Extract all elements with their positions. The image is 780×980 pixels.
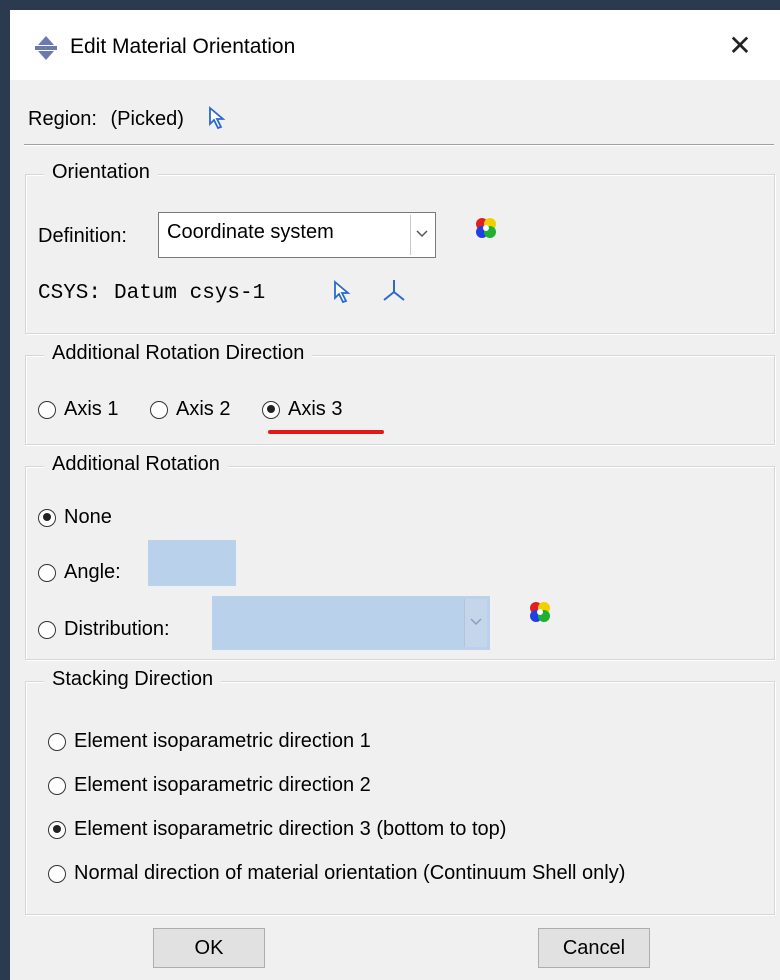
- axis-3-label: Axis 3: [288, 398, 343, 420]
- region-row: Region: (Picked): [28, 106, 227, 131]
- definition-label: Definition:: [38, 225, 127, 247]
- close-icon: ✕: [728, 29, 752, 61]
- region-label: Region:: [28, 108, 97, 130]
- edit-material-orientation-dialog: Edit Material Orientation ✕ Region: (Pic…: [10, 10, 780, 980]
- stacking-option-4-radio[interactable]: Normal direction of material orientation…: [48, 862, 625, 885]
- radio-indicator: [48, 776, 66, 795]
- rotation-angle-radio[interactable]: Angle:: [38, 561, 121, 584]
- stacking-option-1-radio[interactable]: Element isoparametric direction 1: [48, 730, 371, 753]
- dialog-app-icon: [35, 36, 57, 60]
- stacking-option-3-label: Element isoparametric direction 3 (botto…: [74, 818, 507, 840]
- chevron-down-icon[interactable]: [410, 215, 433, 255]
- annotation-underline: [268, 430, 384, 434]
- axis-1-radio[interactable]: Axis 1: [38, 398, 118, 421]
- definition-select-value: Coordinate system: [167, 221, 334, 243]
- radio-indicator-selected: [262, 400, 280, 419]
- radio-indicator: [38, 563, 56, 582]
- region-value: (Picked): [110, 108, 184, 130]
- stacking-option-2-label: Element isoparametric direction 2: [74, 774, 371, 796]
- rotation-distribution-radio[interactable]: Distribution:: [38, 618, 170, 641]
- axis-1-label: Axis 1: [64, 398, 119, 420]
- definition-select[interactable]: Coordinate system: [158, 212, 436, 258]
- color-palette-icon[interactable]: [472, 214, 500, 242]
- stacking-option-4-label: Normal direction of material orientation…: [74, 862, 626, 884]
- radio-indicator: [150, 400, 168, 419]
- csys-value: Datum csys-1: [114, 282, 266, 305]
- divider-highlight: [24, 145, 774, 146]
- rotation-none-label: None: [64, 506, 112, 528]
- close-button[interactable]: ✕: [710, 25, 770, 65]
- radio-indicator: [48, 864, 66, 883]
- rotation-direction-group: Additional Rotation Direction: [25, 342, 775, 445]
- angle-field[interactable]: [148, 540, 236, 586]
- stacking-option-1-label: Element isoparametric direction 1: [74, 730, 371, 752]
- axis-2-label: Axis 2: [176, 398, 231, 420]
- distribution-palette-icon[interactable]: [526, 598, 554, 626]
- radio-indicator-selected: [38, 508, 56, 527]
- additional-rotation-group-title: Additional Rotation: [44, 453, 228, 476]
- chevron-down-icon[interactable]: [464, 599, 487, 647]
- stacking-option-3-radio[interactable]: Element isoparametric direction 3 (botto…: [48, 818, 506, 841]
- rotation-none-radio[interactable]: None: [38, 506, 112, 529]
- pick-arrow-icon[interactable]: [207, 106, 227, 130]
- rotation-angle-label: Angle:: [64, 561, 121, 583]
- radio-indicator-selected: [48, 820, 66, 839]
- rotation-distribution-label: Distribution:: [64, 618, 170, 640]
- create-datum-csys-icon[interactable]: [380, 276, 408, 304]
- distribution-select[interactable]: [212, 596, 490, 650]
- stacking-direction-group-title: Stacking Direction: [44, 668, 222, 691]
- csys-label: CSYS:: [38, 282, 102, 305]
- cancel-button[interactable]: Cancel: [538, 928, 650, 968]
- axis-2-radio[interactable]: Axis 2: [150, 398, 230, 421]
- stacking-option-2-radio[interactable]: Element isoparametric direction 2: [48, 774, 371, 797]
- axis-3-radio[interactable]: Axis 3: [262, 398, 342, 421]
- rotation-direction-group-title: Additional Rotation Direction: [44, 342, 313, 365]
- background-edge-top: [0, 0, 780, 10]
- title-bar[interactable]: Edit Material Orientation ✕: [10, 10, 780, 80]
- dialog-title: Edit Material Orientation: [70, 35, 296, 58]
- radio-indicator: [38, 400, 56, 419]
- radio-indicator: [38, 620, 56, 639]
- pick-csys-arrow-icon[interactable]: [332, 280, 352, 304]
- orientation-group-title: Orientation: [44, 161, 158, 184]
- radio-indicator: [48, 732, 66, 751]
- background-edge-left: [0, 0, 10, 980]
- ok-button[interactable]: OK: [153, 928, 265, 968]
